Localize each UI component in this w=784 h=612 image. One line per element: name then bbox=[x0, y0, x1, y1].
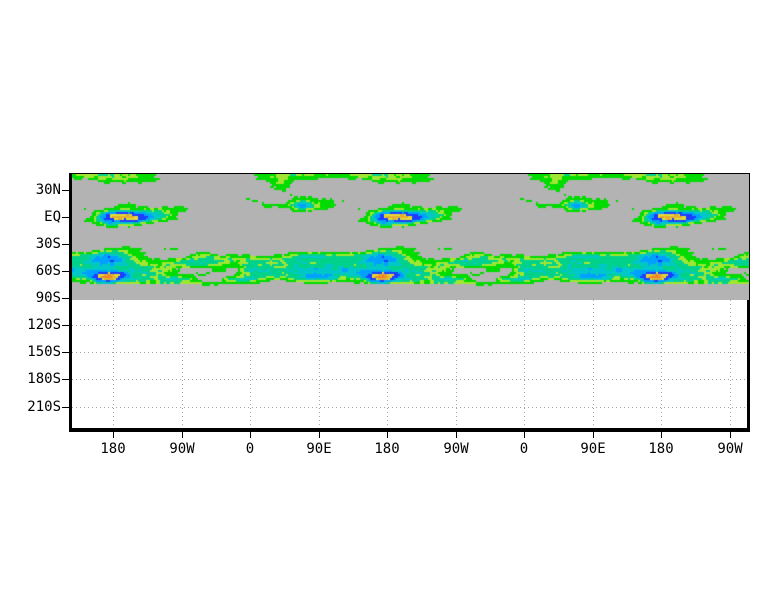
y-axis-tick-label: 120S bbox=[27, 317, 61, 333]
x-axis-tick-label: 90W bbox=[717, 441, 743, 457]
x-axis-tick bbox=[182, 432, 183, 438]
y-axis-tick-label: 210S bbox=[27, 399, 61, 415]
vertical-gridline bbox=[387, 300, 388, 428]
x-axis-tick bbox=[661, 432, 662, 438]
x-axis-tick-label: 90W bbox=[443, 441, 469, 457]
y-axis-tick-label: EQ bbox=[44, 209, 61, 225]
x-axis-tick-label: 90W bbox=[169, 441, 195, 457]
shaded-field-canvas bbox=[72, 174, 749, 300]
y-axis-tick bbox=[62, 298, 69, 299]
x-axis-tick bbox=[387, 432, 388, 438]
vertical-gridline bbox=[250, 300, 251, 428]
y-axis-tick bbox=[62, 190, 69, 191]
y-axis-tick-label: 150S bbox=[27, 344, 61, 360]
x-axis-tick bbox=[524, 432, 525, 438]
x-axis-tick bbox=[113, 432, 114, 438]
vertical-gridline bbox=[113, 300, 114, 428]
x-axis-tick bbox=[730, 432, 731, 438]
x-axis-tick bbox=[319, 432, 320, 438]
x-axis-tick-label: 180 bbox=[100, 441, 126, 457]
vertical-gridline bbox=[524, 300, 525, 428]
y-axis-tick-label: 180S bbox=[27, 371, 61, 387]
x-axis-tick-label: 0 bbox=[245, 441, 255, 457]
x-axis-tick bbox=[593, 432, 594, 438]
vertical-gridline bbox=[593, 300, 594, 428]
vertical-gridline bbox=[661, 300, 662, 428]
horizontal-gridline bbox=[72, 407, 747, 408]
horizontal-gridline bbox=[72, 379, 747, 380]
x-axis-tick-label: 90E bbox=[306, 441, 332, 457]
y-axis-tick-label: 30S bbox=[35, 236, 61, 252]
vertical-gridline bbox=[319, 300, 320, 428]
vertical-gridline bbox=[456, 300, 457, 428]
horizontal-gridline bbox=[72, 352, 747, 353]
x-axis-tick-label: 90E bbox=[580, 441, 606, 457]
x-axis-tick-label: 180 bbox=[374, 441, 400, 457]
x-axis-tick-label: 0 bbox=[519, 441, 529, 457]
shaded-data-region bbox=[72, 174, 749, 300]
grads-figure: 180 90W 0 90E 180 90W 0 90E 180 90W 30N EQ 30S 60S 90S… bbox=[0, 0, 784, 612]
y-axis-tick-label: 30N bbox=[35, 182, 61, 198]
y-axis-tick-label: 60S bbox=[35, 263, 61, 279]
y-axis-tick bbox=[62, 325, 69, 326]
y-axis-tick bbox=[62, 244, 69, 245]
y-axis-tick bbox=[62, 379, 69, 380]
x-axis-tick bbox=[456, 432, 457, 438]
y-axis-tick bbox=[62, 352, 69, 353]
y-axis-tick bbox=[62, 407, 69, 408]
x-axis-tick-label: 180 bbox=[648, 441, 674, 457]
x-axis-tick bbox=[250, 432, 251, 438]
vertical-gridline bbox=[730, 300, 731, 428]
y-axis-tick bbox=[62, 217, 69, 218]
vertical-gridline bbox=[182, 300, 183, 428]
y-axis-tick bbox=[62, 271, 69, 272]
y-axis-tick-label: 90S bbox=[35, 290, 61, 306]
horizontal-gridline bbox=[72, 325, 747, 326]
